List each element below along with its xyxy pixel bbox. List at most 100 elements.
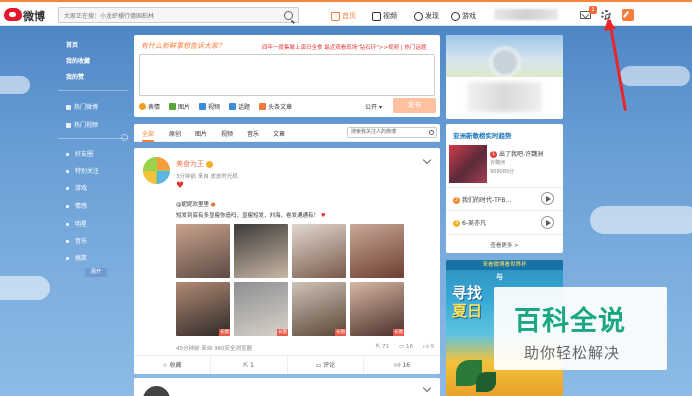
chevron-down-icon[interactable] (422, 383, 432, 393)
nav-home[interactable]: 首页 (331, 10, 356, 22)
play-icon[interactable] (541, 192, 554, 205)
post-photo[interactable] (350, 224, 404, 278)
nav-discover[interactable]: 发现 (414, 10, 439, 22)
search-icon[interactable] (429, 129, 434, 135)
rank-badge: 2 (453, 197, 460, 204)
divider (446, 210, 563, 211)
cloud (590, 206, 692, 234)
video-button[interactable]: 视频 (199, 102, 220, 111)
post-photo[interactable] (176, 224, 230, 278)
post-photo[interactable]: 长图 (234, 282, 288, 336)
chevron-down-icon: ▾ (378, 104, 382, 111)
profile-avatar[interactable] (490, 47, 520, 77)
composer-prompt: 有什么新鲜事想告诉大家？ (141, 42, 225, 50)
sidebar-item-funny[interactable]: 搞笑 (66, 253, 87, 262)
bullet-icon (66, 170, 69, 173)
trending-item-2[interactable]: 2 我们的时代-TFB... (453, 195, 511, 204)
post-button[interactable]: 发布 (393, 98, 436, 113)
sidebar-item-hot-weibo[interactable]: 热门微博 (66, 102, 98, 111)
sidebar-item-emotion[interactable]: 情感 (66, 201, 87, 210)
post-photo[interactable]: 长图 (292, 282, 346, 336)
tab-original[interactable]: 原创 (169, 129, 181, 138)
post-photo[interactable] (292, 224, 346, 278)
feed-search-input[interactable]: 搜索我关注人的微博 (347, 127, 437, 138)
tab-videos[interactable]: 视频 (221, 129, 233, 138)
repost-button[interactable]: ⇱ 1 (211, 356, 288, 374)
like-count[interactable]: 👍︎ 9 (423, 344, 434, 350)
rank-badge: 1 (490, 151, 497, 158)
avatar[interactable] (143, 157, 170, 184)
avatar[interactable] (143, 386, 170, 396)
post-composer: 有什么新鲜事想告诉大家？ 四年一度集聚上演日全食 最近观看现场"钻石环">>视频… (134, 35, 440, 117)
post-photo[interactable]: 长图 (350, 282, 404, 336)
sidebar-item-hot-video[interactable]: 热门视频 (66, 120, 98, 129)
trending-item-3[interactable]: 3 6-吴亦凡 (453, 218, 486, 227)
sidebar-item-favorites[interactable]: 我的收藏 (66, 56, 90, 65)
sidebar-expand-button[interactable]: 展开 (85, 268, 107, 277)
chevron-down-icon[interactable] (422, 155, 432, 165)
sidebar-item-stars[interactable]: 明星 (66, 219, 87, 228)
trending-item-artist: 许魏洲 (490, 160, 506, 166)
avatar-quadrant (157, 171, 170, 184)
like-count-value: 9 (430, 344, 435, 350)
repost-label: 1 (250, 362, 254, 369)
compose-icon[interactable] (622, 9, 634, 21)
top-navigation-bar: 微博 大家正在搜：小龙虾横行德国柏林 首页 视频 发现 游戏 1 (0, 0, 692, 26)
post-mention[interactable]: @妮妮欢里里 ● (176, 200, 216, 208)
sidebar-settings-gear-icon[interactable] (121, 134, 128, 141)
ad-headline-2: 夏日 (452, 302, 483, 320)
comment-button[interactable]: ▭ 评论 (288, 356, 365, 374)
comment-count[interactable]: ▭ 16 (399, 344, 413, 350)
tab-music[interactable]: 音乐 (247, 129, 259, 138)
sidebar-item-special[interactable]: 特别关注 (66, 166, 99, 175)
trending-title[interactable]: 亚洲新歌榜实时趋势 (453, 130, 512, 140)
weibo-logo[interactable]: 微博 (4, 7, 50, 23)
sidebar-item-home[interactable]: 首页 (66, 40, 78, 49)
search-input[interactable]: 大家正在搜：小龙虾横行德国柏林 (58, 7, 299, 23)
article-button[interactable]: 头条文章 (259, 102, 292, 111)
annotation-arrow-head (602, 17, 616, 31)
composer-hot-tip[interactable]: 四年一度集聚上演日全食 最近观看现场"钻石环">>视频 | 热门话题 (262, 43, 426, 51)
like-button[interactable]: 👍︎ 16 (364, 356, 440, 374)
discover-icon (414, 11, 423, 21)
post-photo[interactable] (234, 224, 288, 278)
nav-video[interactable]: 视频 (372, 10, 397, 22)
visibility-label: 公开 (365, 104, 378, 111)
heart-icon: ♥ (176, 181, 185, 191)
post-author[interactable]: 美食为王 (176, 159, 213, 169)
avatar-quadrant (157, 157, 170, 170)
topic-button[interactable]: 话题 (229, 102, 250, 111)
sidebar-item-friends[interactable]: 好友圈 (66, 149, 93, 158)
emoji-button[interactable]: 表情 (139, 102, 160, 111)
image-button[interactable]: 图片 (169, 102, 190, 111)
logo-text: 微博 (23, 10, 45, 23)
trending-item-1[interactable]: 1 出了我吧-许魏洲 (490, 149, 543, 158)
search-icon[interactable] (284, 11, 293, 20)
video-icon (199, 103, 207, 110)
sidebar-item-games[interactable]: 游戏 (66, 183, 87, 192)
trending-more-link[interactable]: 查看更多 > (446, 241, 563, 249)
nav-game[interactable]: 游戏 (451, 10, 476, 22)
sidebar-divider (58, 138, 128, 139)
post-text: 短发到底有多显瘦你造吗，显瘦短发，刘海，卷发通通有！ ♥ (176, 211, 326, 219)
trending-item-title: 6-吴亦凡 (462, 220, 486, 227)
tab-articles[interactable]: 文章 (273, 129, 285, 138)
leaf-decoration (476, 372, 496, 392)
favorite-button[interactable]: ☆ 收藏 (134, 356, 211, 374)
visibility-select[interactable]: 公开 ▾ (365, 102, 382, 111)
tab-images[interactable]: 图片 (195, 129, 207, 138)
post-photo[interactable]: 长图 (176, 282, 230, 336)
share-count[interactable]: ⇱ 71 (376, 344, 389, 350)
long-image-tag: 长图 (219, 329, 230, 336)
user-name-blurred[interactable] (494, 9, 558, 20)
post-footer: 45分钟前 来自 360安全浏览器 ⇱ 71 ▭ 16 👍︎ 9 (176, 344, 434, 352)
tool-label: 视频 (208, 104, 221, 111)
post-photo-grid: 长图 长图 长图 长图 (176, 224, 406, 337)
post-action-bar: ☆ 收藏 ⇱ 1 ▭ 评论 👍︎ 16 (134, 355, 440, 374)
sidebar-item-likes[interactable]: 我的赞 (66, 72, 84, 81)
composer-textarea[interactable] (139, 54, 435, 96)
play-icon[interactable] (541, 216, 554, 229)
album-cover-image[interactable] (449, 145, 487, 183)
tab-all[interactable]: 全部 (142, 129, 155, 142)
sidebar-item-music[interactable]: 音乐 (66, 236, 87, 245)
